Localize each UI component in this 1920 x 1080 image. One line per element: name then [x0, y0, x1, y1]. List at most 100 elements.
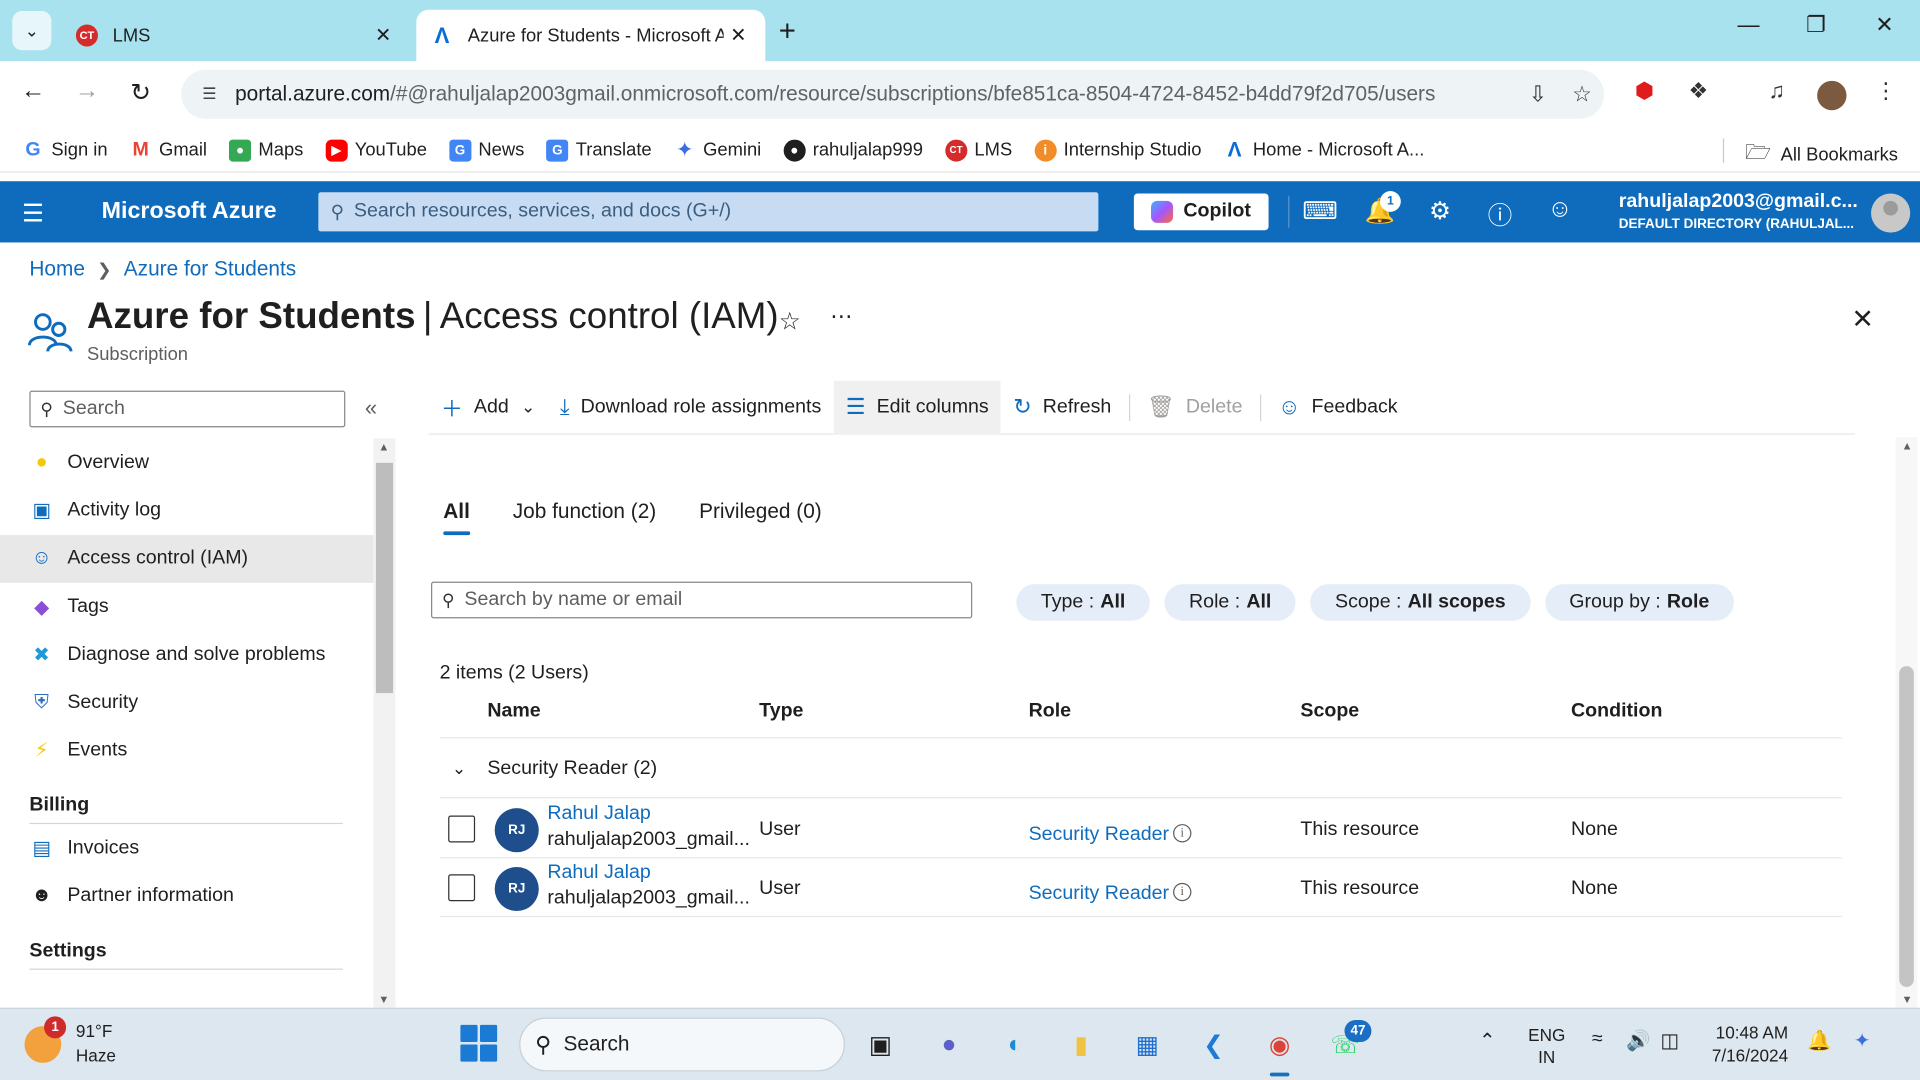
reload-icon[interactable]: ↻ [122, 77, 159, 108]
tray-overflow-icon[interactable]: ⌃ [1479, 1029, 1495, 1053]
sidebar-scroll-thumb[interactable] [375, 462, 394, 694]
notification-bell-icon[interactable]: 🔔 [1807, 1029, 1831, 1053]
bookmark-home-azure[interactable]: Λ Home - Microsoft A... [1224, 138, 1425, 161]
help-icon[interactable]: ⓘ [1482, 196, 1519, 232]
azure-brand[interactable]: Microsoft Azure [102, 198, 277, 225]
adblock-extension-icon[interactable]: ⬢ [1626, 78, 1663, 104]
sidebar-item-invoices[interactable]: ▤ Invoices [0, 824, 373, 872]
weather-widget[interactable]: 1 91°F Haze [24, 1016, 116, 1068]
restore-icon[interactable]: ❐ [1798, 12, 1835, 38]
column-header-scope[interactable]: Scope [1300, 700, 1359, 722]
browser-profile-avatar[interactable] [1817, 80, 1847, 111]
site-info-icon[interactable]: ☰ [193, 78, 225, 110]
sidebar-item-partner-information[interactable]: ☻ Partner information [0, 872, 373, 920]
refresh-button[interactable]: ↻ Refresh [1001, 380, 1124, 434]
content-scroll-thumb[interactable] [1899, 666, 1914, 987]
role-link[interactable]: Security Reader [1029, 883, 1169, 905]
global-search-input[interactable]: ⚲ Search resources, services, and docs (… [318, 192, 1099, 232]
add-button[interactable]: ＋ Add ⌄ [429, 380, 548, 434]
bookmark-gemini[interactable]: ✦ Gemini [674, 138, 761, 161]
teams-icon[interactable]: ● [928, 1024, 970, 1066]
sidebar-item-security[interactable]: ⛨ Security [0, 679, 373, 727]
tab-privileged[interactable]: Privileged (0) [699, 500, 822, 536]
info-icon[interactable]: i [1173, 824, 1192, 843]
extensions-icon[interactable]: ❖ [1680, 78, 1717, 104]
bookmark-github[interactable]: ● rahuljalap999 [783, 138, 923, 162]
bookmark-internship-studio[interactable]: i Internship Studio [1034, 138, 1201, 162]
feedback-icon[interactable]: ☺ [1542, 196, 1579, 224]
feedback-button[interactable]: ☺ Feedback [1266, 380, 1410, 434]
filter-type[interactable]: Type : All [1016, 584, 1150, 621]
assignment-search-input[interactable]: ⚲ Search by name or email [431, 581, 973, 619]
tab-job-function[interactable]: Job function (2) [513, 500, 656, 536]
filter-role[interactable]: Role : All [1164, 584, 1296, 621]
download-role-assignments-button[interactable]: ⤓ Download role assignments [548, 380, 834, 434]
install-app-icon[interactable]: ⇩ [1516, 81, 1560, 107]
microsoft-store-icon[interactable]: ▦ [1127, 1024, 1169, 1066]
sidebar-item-events[interactable]: ⚡ Events [0, 727, 373, 775]
row-checkbox[interactable] [448, 874, 476, 902]
sidebar-item-diagnose[interactable]: ✖ Diagnose and solve problems [0, 631, 373, 679]
chrome-icon[interactable]: ◉ [1259, 1024, 1301, 1077]
tab-search-button[interactable]: ⌄ [12, 11, 52, 51]
sidebar-search-input[interactable]: ⚲ Search [29, 390, 346, 428]
sidebar-item-activity-log[interactable]: ▣ Activity log [0, 486, 373, 534]
tab-all[interactable]: All [443, 500, 470, 536]
filter-scope[interactable]: Scope : All scopes [1310, 584, 1531, 621]
chevron-down-icon[interactable]: ⌄ [452, 758, 474, 779]
volume-icon[interactable]: 🔊 [1626, 1029, 1650, 1053]
scroll-down-icon[interactable]: ▼ [378, 993, 389, 1005]
sidebar-item-tags[interactable]: ◆ Tags [0, 583, 373, 631]
column-header-role[interactable]: Role [1029, 700, 1071, 722]
breadcrumb-home[interactable]: Home [29, 257, 85, 281]
battery-icon[interactable]: ◫ [1660, 1029, 1679, 1053]
minimize-icon[interactable]: — [1730, 12, 1767, 38]
bookmark-sign-in[interactable]: G Sign in [22, 139, 108, 161]
system-clock[interactable]: 10:48 AM 7/16/2024 [1712, 1021, 1788, 1068]
role-group-header[interactable]: ⌄ Security Reader (2) [439, 740, 1842, 799]
all-bookmarks-button[interactable]: 🗁 All Bookmarks [1745, 137, 1898, 173]
url-text[interactable]: portal.azure.com/#@rahuljalap2003gmail.o… [235, 82, 1516, 106]
task-view-icon[interactable]: ▣ [860, 1024, 902, 1066]
more-options-icon[interactable]: ⋯ [830, 304, 852, 330]
back-icon[interactable]: ← [15, 77, 52, 105]
bookmark-maps[interactable]: ● Maps [229, 138, 303, 162]
bookmark-youtube[interactable]: ▶ YouTube [325, 138, 427, 162]
language-indicator[interactable]: ENG IN [1528, 1024, 1565, 1068]
column-header-type[interactable]: Type [759, 700, 803, 722]
delete-button[interactable]: 🗑 Delete [1135, 380, 1255, 434]
user-name-link[interactable]: Rahul Jalap [547, 803, 650, 825]
info-icon[interactable]: i [1173, 882, 1192, 902]
portal-menu-icon[interactable]: ☰ [22, 198, 44, 229]
bookmark-lms[interactable]: CT LMS [945, 138, 1012, 162]
copilot-icon[interactable]: ✦ [1854, 1029, 1870, 1053]
scroll-up-icon[interactable]: ▲ [1902, 440, 1913, 452]
settings-gear-icon[interactable]: ⚙ [1422, 196, 1459, 227]
scroll-up-icon[interactable]: ▲ [378, 441, 389, 453]
column-header-condition[interactable]: Condition [1571, 700, 1662, 722]
close-blade-icon[interactable]: ✕ [1851, 304, 1874, 336]
breadcrumb-subscription[interactable]: Azure for Students [124, 257, 296, 281]
account-menu[interactable]: rahuljalap2003@gmail.c... DEFAULT DIRECT… [1619, 191, 1858, 231]
browser-tab-azure[interactable]: Λ Azure for Students - Microsoft Azure ✕ [416, 9, 766, 62]
start-button[interactable] [460, 1024, 498, 1062]
column-header-name[interactable]: Name [487, 700, 540, 722]
content-scrollbar[interactable]: ▲ ▼ [1895, 437, 1918, 1008]
bookmark-news[interactable]: G News [449, 138, 524, 162]
bookmark-star-icon[interactable]: ☆ [1560, 81, 1604, 107]
user-name-link[interactable]: Rahul Jalap [547, 862, 650, 884]
edge-icon[interactable]: ◐ [994, 1024, 1036, 1066]
filter-group-by[interactable]: Group by : Role [1544, 584, 1734, 621]
close-tab-icon[interactable]: ✕ [724, 23, 753, 47]
row-checkbox[interactable] [448, 815, 476, 843]
scroll-down-icon[interactable]: ▼ [1902, 993, 1913, 1005]
taskbar-search-input[interactable]: ⚲ Search [519, 1017, 845, 1072]
address-bar[interactable]: ☰ portal.azure.com/#@rahuljalap2003gmail… [181, 69, 1605, 119]
vscode-icon[interactable]: ❮ [1193, 1024, 1235, 1066]
file-explorer-icon[interactable]: ▮ [1060, 1024, 1102, 1066]
bookmark-translate[interactable]: G Translate [546, 138, 652, 162]
sidebar-scrollbar[interactable]: ▲ ▼ [373, 438, 396, 1008]
more-menu-icon[interactable]: ⋮ [1867, 78, 1904, 104]
wifi-icon[interactable]: ≈ [1592, 1029, 1603, 1051]
forward-icon[interactable]: → [69, 77, 106, 105]
